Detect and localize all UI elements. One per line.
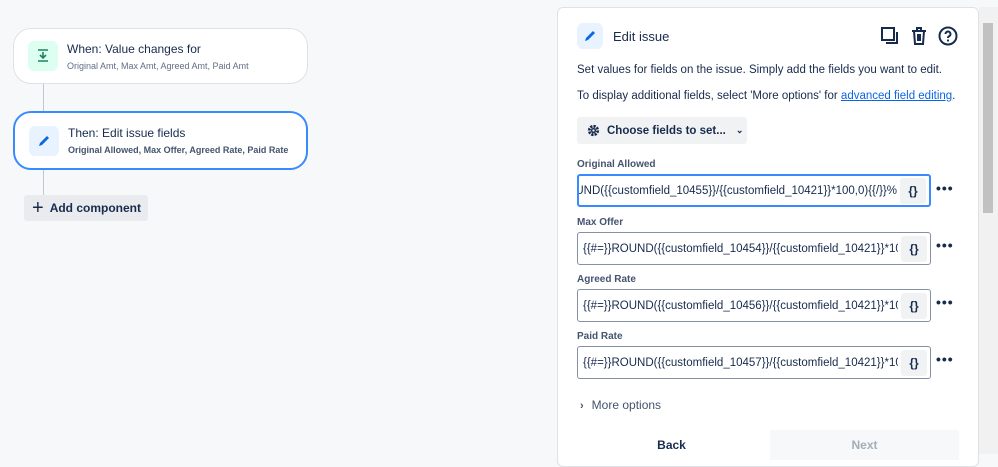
connector-line [43,170,44,195]
more-icon[interactable]: ••• [936,237,954,253]
help-icon[interactable] [938,26,958,46]
description: Set values for fields on the issue. Simp… [577,64,943,76]
action-subtitle: Original Allowed, Max Offer, Agreed Rate… [68,145,289,155]
download-icon [28,41,58,71]
add-component-label: Add component [49,201,142,215]
add-component-button[interactable]: + Add component [24,195,148,221]
duplicate-icon[interactable] [880,26,900,46]
trash-icon[interactable] [909,26,929,46]
edit-issue-panel: Edit issue Set values for fields on the … [557,7,979,467]
pencil-icon [29,125,59,156]
agreed-rate-input[interactable]: {{#=}}ROUND({{customfield_10456}}/{{cust… [577,289,931,322]
pencil-icon [577,23,603,49]
field-value: {{#=}}ROUND({{customfield_10454}}/{{cust… [583,242,898,255]
smart-value-button[interactable]: {} [901,292,927,319]
more-options-toggle[interactable]: › More options [580,398,661,412]
desc-suffix: . [952,90,956,102]
chevron-down-icon: ⌄ [735,125,744,135]
description-advanced: To display additional fields, select 'Mo… [577,90,955,102]
action-card[interactable]: Then: Edit issue fields Original Allowed… [13,111,308,170]
more-icon[interactable]: ••• [936,294,954,310]
advanced-field-editing-link[interactable]: advanced field editing [841,90,952,102]
chevron-right-icon: › [580,400,584,412]
smart-value-button[interactable]: {} [901,235,927,262]
plus-icon: + [32,197,44,219]
paid-rate-input[interactable]: {{#=}}ROUND({{customfield_10457}}/{{cust… [577,346,931,379]
field-value: {{#=}}ROUND({{customfield_10456}}/{{cust… [583,299,898,312]
more-icon[interactable]: ••• [936,351,954,367]
max-offer-input[interactable]: {{#=}}ROUND({{customfield_10454}}/{{cust… [577,232,931,265]
next-button[interactable]: Next [770,430,959,460]
field-label: Paid Rate [577,331,623,342]
desc-text: To display additional fields, select 'Mo… [577,90,841,102]
trigger-card[interactable]: When: Value changes for Original Amt, Ma… [13,28,308,84]
more-icon[interactable]: ••• [936,180,954,196]
back-button[interactable]: Back [577,430,766,460]
scrollbar[interactable] [979,7,998,454]
field-label: Agreed Rate [577,274,636,285]
smart-value-button[interactable]: {} [901,349,927,376]
scrollbar-thumb[interactable] [983,23,993,213]
trigger-subtitle: Original Amt, Max Amt, Agreed Amt, Paid … [67,60,249,71]
smart-value-button[interactable]: {} [900,177,926,204]
choose-fields-dropdown[interactable]: Choose fields to set... ⌄ [577,117,747,144]
connector-line [43,84,44,112]
original-allowed-input[interactable]: {{#=}}ROUND({{customfield_10455}}/{{cust… [577,174,931,207]
field-label: Max Offer [577,217,624,228]
action-title: Then: Edit issue fields [68,126,186,140]
field-value: {{#=}}ROUND({{customfield_10455}}/{{cust… [579,184,897,197]
field-label: Original Allowed [577,159,656,170]
panel-title: Edit issue [613,28,670,44]
gear-icon [587,124,600,137]
field-value: {{#=}}ROUND({{customfield_10457}}/{{cust… [583,356,898,369]
trigger-title: When: Value changes for [67,41,201,56]
choose-fields-label: Choose fields to set... [607,124,726,137]
more-options-label: More options [591,398,662,412]
